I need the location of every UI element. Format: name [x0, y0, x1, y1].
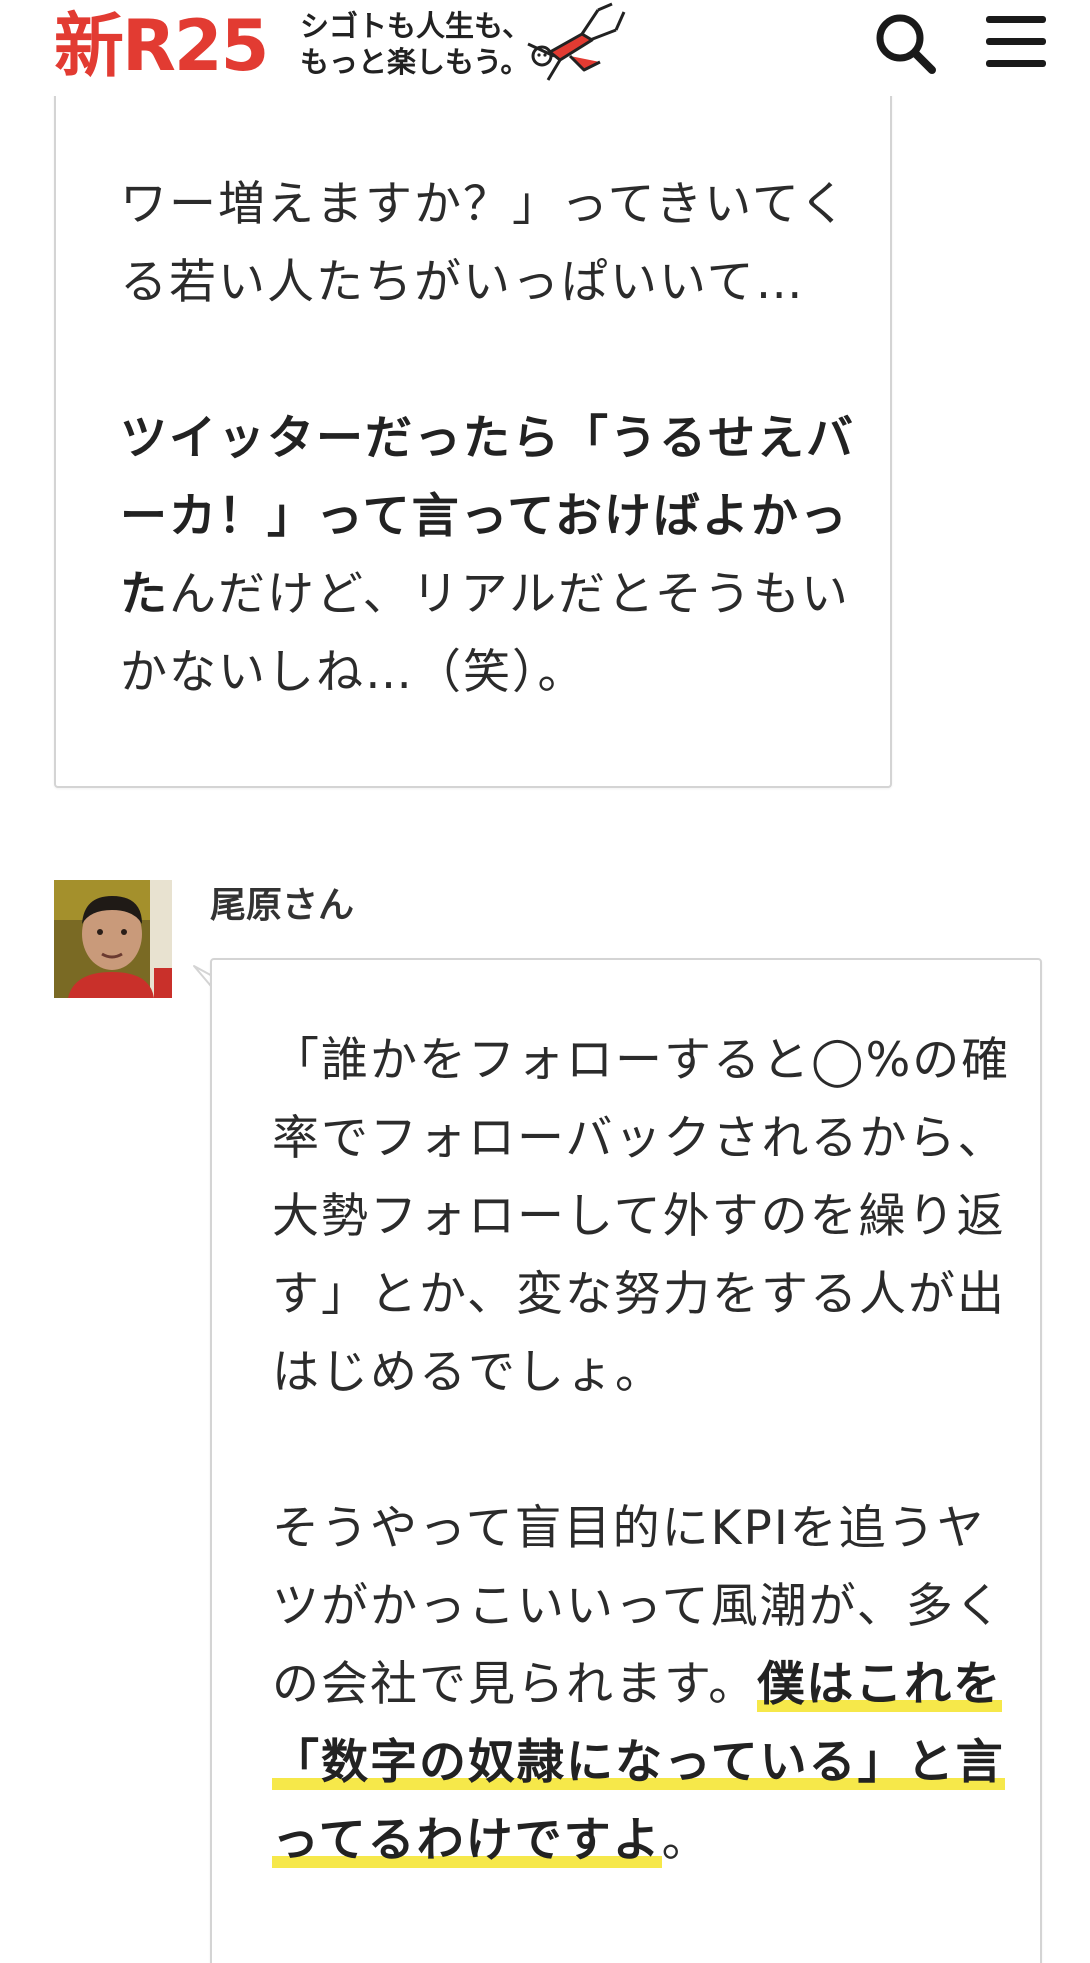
paragraph: 「誰かをフォローすると◯%の確率でフォローバックされるから、大勢フォローして外す… — [272, 1033, 1011, 1400]
site-logo[interactable]: 新R25 — [54, 6, 269, 86]
tagline-line-2: もっと楽しもう。 — [300, 45, 530, 79]
tagline-line-1: シゴトも人生も、 — [300, 9, 532, 43]
speaker-name: 尾原さん — [210, 885, 355, 926]
site-tagline: シゴトも人生も、 もっと楽しもう。 — [300, 8, 531, 80]
article-page: 新R25 シゴトも人生も、 もっと楽しもう。 ワー増えますか？」ってきいてくる若… — [0, 0, 1090, 1963]
bubble-text: ワー増えますか？」ってきいてくる若い人たちがいっぱいいて… ツイッターだったら「… — [120, 166, 860, 712]
speech-bubble: 「誰かをフォローすると◯%の確率でフォローバックされるから、大勢フォローして外す… — [210, 958, 1042, 1963]
mascot-illustration — [527, 2, 626, 81]
bubble-text: 「誰かをフォローすると◯%の確率でフォローバックされるから、大勢フォローして外す… — [272, 1022, 1012, 1880]
paragraph: そうやって盲目的にKPIを追うヤツがかっこいいって風潮が、多くの会社で見られます… — [272, 1490, 1012, 1880]
speech-bubble: ワー増えますか？」ってきいてくる若い人たちがいっぱいいて… ツイッターだったら「… — [54, 60, 892, 788]
paragraph: ツイッターだったら「うるせえバーカ！」って言っておけばよかったんだけど、リアルだ… — [120, 400, 860, 712]
paragraph: ワー増えますか？」ってきいてくる若い人たちがいっぱいいて… — [120, 177, 849, 310]
speaker-avatar — [54, 880, 172, 998]
site-header: 新R25 シゴトも人生も、 もっと楽しもう。 — [0, 0, 1090, 96]
hamburger-menu-icon[interactable] — [984, 12, 1048, 72]
search-icon[interactable] — [870, 8, 940, 78]
paragraph-text: 。 — [661, 1813, 711, 1868]
paragraph-text: んだけど、リアルだとそうもいかないしね…（笑）。 — [120, 567, 850, 700]
